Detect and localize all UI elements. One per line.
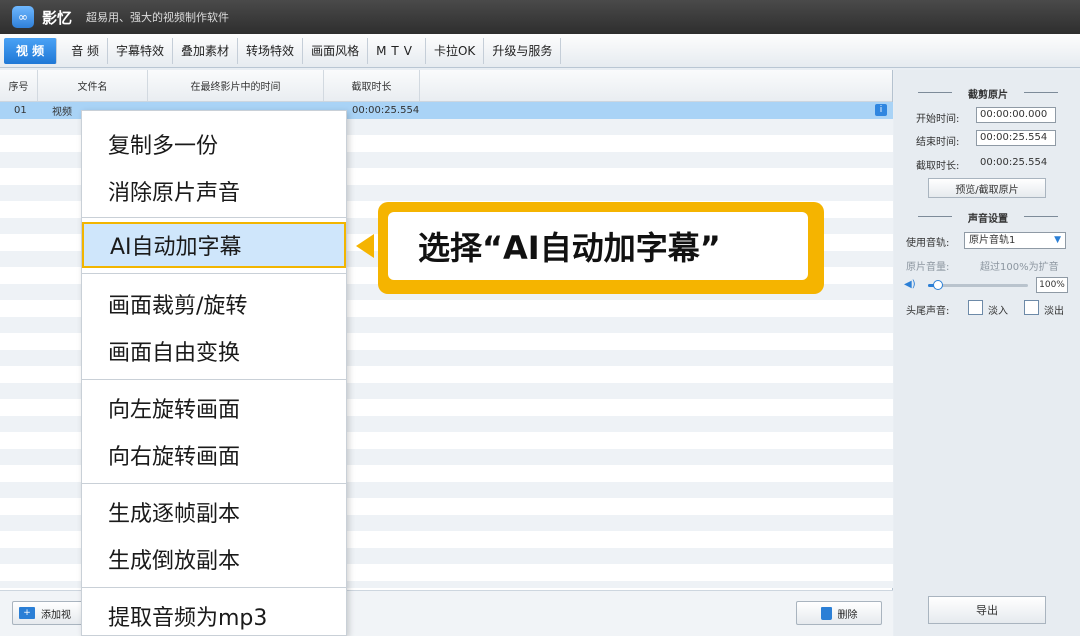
audio-track-select[interactable]: 原片音轨1 ▼ [964, 232, 1066, 249]
menu-separator [82, 217, 346, 218]
menu-separator [82, 483, 346, 484]
menu-separator [82, 379, 346, 380]
fade-in-label: 淡入 [988, 306, 1008, 317]
callout-text: 选择“AI自动加字幕” [388, 212, 808, 280]
column-index[interactable]: 序号 [0, 70, 38, 101]
properties-panel: 截剪原片 开始时间: 00:00:00.000 结束时间: 00:00:25.5… [894, 70, 1080, 636]
column-clip-duration[interactable]: 截取时长 [324, 70, 420, 101]
menu-item-free-transform[interactable]: 画面自由变换 [82, 328, 346, 374]
clip-duration-label: 截取时长: [916, 161, 960, 172]
column-time-in-movie[interactable]: 在最终影片中的时间 [148, 70, 324, 101]
add-video-button[interactable]: + 添加视 [12, 601, 84, 625]
speaker-icon[interactable]: ◀) [904, 280, 918, 290]
menu-item-remove-audio[interactable]: 消除原片声音 [82, 168, 346, 214]
tab-style[interactable]: 画面风格 [303, 37, 369, 64]
row-index: 01 [14, 104, 27, 116]
menu-item-rotate-left[interactable]: 向左旋转画面 [82, 385, 346, 431]
tab-mtv[interactable]: MTV [368, 37, 426, 64]
app-logo-icon: ∞ [12, 6, 34, 28]
volume-hint: 超过100%为扩音 [980, 262, 1059, 273]
menu-item-crop-rotate[interactable]: 画面裁剪/旋转 [82, 281, 346, 327]
menu-item-duplicate[interactable]: 复制多一份 [82, 121, 346, 167]
tab-upgrade[interactable]: 升级与服务 [484, 37, 562, 64]
start-time-input[interactable]: 00:00:00.000 [976, 107, 1056, 123]
tab-karaoke[interactable]: 卡拉OK [426, 37, 485, 64]
menu-separator [82, 273, 346, 274]
context-menu: 复制多一份 消除原片声音 AI自动加字幕 画面裁剪/旋转 画面自由变换 向左旋转… [81, 110, 347, 636]
trash-icon [820, 606, 832, 620]
export-button[interactable]: 导出 [928, 596, 1046, 624]
menu-item-frame-copy[interactable]: 生成逐帧副本 [82, 489, 346, 535]
fade-out-checkbox[interactable] [1024, 300, 1039, 315]
tab-transitions[interactable]: 转场特效 [238, 37, 304, 64]
audio-track-value: 原片音轨1 [969, 235, 1016, 246]
main-tab-bar: 视 频 音 频 字幕特效 叠加素材 转场特效 画面风格 MTV 卡拉OK 升级与… [0, 34, 1080, 68]
clip-section-title: 截剪原片 [908, 86, 1068, 101]
callout-arrow-icon [356, 234, 374, 258]
fade-label: 头尾声音: [906, 306, 950, 317]
volume-percent-input[interactable]: 100% [1036, 277, 1068, 293]
add-video-icon: + [19, 607, 35, 619]
app-name: 影忆 [42, 8, 73, 27]
delete-label: 删除 [837, 609, 858, 621]
menu-item-rotate-right[interactable]: 向右旋转画面 [82, 432, 346, 478]
column-filename[interactable]: 文件名 [38, 70, 148, 101]
tab-subtitle-effects[interactable]: 字幕特效 [108, 37, 174, 64]
chevron-down-icon: ▼ [1054, 235, 1061, 245]
table-header: 序号 文件名 在最终影片中的时间 截取时长 [0, 70, 892, 102]
fade-in-checkbox[interactable] [968, 300, 983, 315]
add-video-label: 添加视 [41, 609, 71, 621]
fade-out-label: 淡出 [1044, 306, 1064, 317]
clip-duration-value: 00:00:25.554 [980, 157, 1048, 168]
tab-video[interactable]: 视 频 [4, 37, 58, 64]
menu-item-reverse-copy[interactable]: 生成倒放副本 [82, 536, 346, 582]
menu-item-extract-mp3[interactable]: 提取音频为mp3 [82, 593, 346, 636]
menu-item-ai-subtitles[interactable]: AI自动加字幕 [82, 222, 346, 268]
tab-overlay[interactable]: 叠加素材 [173, 37, 239, 64]
preview-clip-button[interactable]: 预览/截取原片 [928, 178, 1046, 198]
tab-audio[interactable]: 音 频 [63, 37, 109, 64]
annotation-callout: 选择“AI自动加字幕” [378, 202, 824, 294]
volume-label: 原片音量: [906, 262, 950, 273]
delete-button[interactable]: 删除 [796, 601, 882, 625]
end-time-input[interactable]: 00:00:25.554 [976, 130, 1056, 146]
volume-slider-handle[interactable] [933, 280, 943, 290]
app-slogan: 超易用、强大的视频制作软件 [86, 11, 230, 24]
end-time-label: 结束时间: [916, 137, 960, 148]
audio-section-title: 声音设置 [908, 210, 1068, 225]
row-duration: 00:00:25.554 [352, 104, 420, 116]
volume-slider[interactable] [928, 280, 1028, 290]
title-bar: ∞ 影忆 超易用、强大的视频制作软件 [0, 0, 1080, 34]
start-time-label: 开始时间: [916, 114, 960, 125]
track-label: 使用音轨: [906, 238, 950, 249]
row-info-icon[interactable]: i [875, 104, 887, 116]
menu-separator [82, 587, 346, 588]
